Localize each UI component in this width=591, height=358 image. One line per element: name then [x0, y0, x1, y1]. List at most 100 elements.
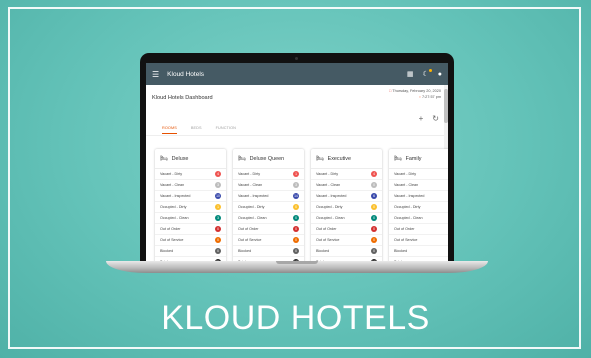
- status-row: Vacant - Inspected: [389, 191, 448, 202]
- status-label: Blocked: [394, 249, 408, 253]
- card-header: 🛏 Executive: [311, 149, 382, 169]
- room-type-name: Deluxe Queen: [249, 155, 285, 162]
- status-label: Vacant - Clean: [394, 183, 419, 187]
- count-badge: 3: [215, 215, 221, 221]
- status-label: Vacant - Dirty: [160, 172, 183, 176]
- status-row: Occupied - Clean 3: [155, 213, 226, 224]
- account-icon[interactable]: ●: [438, 71, 442, 78]
- dashboard-header: Kloud Hotels Dashboard □Thursday, Februa…: [146, 85, 448, 123]
- room-type-name: Executive: [327, 155, 351, 162]
- status-label: Vacant - Dirty: [238, 172, 261, 176]
- count-badge: 0: [215, 248, 221, 254]
- status-label: Blocked: [316, 249, 330, 253]
- room-type-name: Family: [405, 155, 422, 162]
- status-row: Out of Service 0: [155, 235, 226, 246]
- status-label: Vacant - Clean: [316, 183, 341, 187]
- status-row: Vacant - Clean 3: [155, 180, 226, 191]
- status-label: Vacant - Inspected: [394, 194, 425, 198]
- clock-icon: ○: [418, 95, 421, 99]
- count-badge: 0: [293, 226, 299, 232]
- laptop-lid: ☰ Kloud Hotels ▦ ☾ ● Kloud Hotels Dashbo…: [140, 53, 454, 264]
- menu-icon[interactable]: ☰: [152, 70, 159, 79]
- count-badge: 3: [215, 182, 221, 188]
- card-header: 🛏 Deluxe: [155, 149, 226, 169]
- status-row: Occupied - Clean 0: [311, 213, 382, 224]
- count-badge: 4: [215, 171, 221, 177]
- status-row: Out of Order: [389, 224, 448, 235]
- bed-icon: 🛏: [316, 156, 324, 162]
- add-icon[interactable]: +: [419, 114, 424, 123]
- count-badge: 1: [293, 171, 299, 177]
- status-row: Vacant - Clean 3: [233, 180, 304, 191]
- bed-icon: 🛏: [394, 156, 402, 162]
- bed-icon: 🛏: [160, 156, 168, 162]
- status-label: Blocked: [160, 249, 174, 253]
- status-row: Occupied - Clean: [389, 213, 448, 224]
- count-badge: 14: [293, 193, 299, 199]
- status-label: Vacant - Inspected: [160, 194, 191, 198]
- dashboard-title: Kloud Hotels Dashboard: [152, 95, 213, 101]
- status-label: Vacant - Dirty: [394, 172, 417, 176]
- status-label: Occupied - Dirty: [238, 205, 265, 209]
- status-label: Out of Service: [394, 238, 418, 242]
- date-text: Thursday, February 20, 2020: [392, 89, 441, 93]
- laptop-base: [106, 261, 488, 273]
- room-card[interactable]: 🛏 Deluxe Queen Vacant - Dirty 1 Vacant - Cle…: [233, 149, 304, 261]
- count-badge: 1: [215, 204, 221, 210]
- card-header: 🛏 Deluxe Queen: [233, 149, 304, 169]
- card-header: 🛏 Family: [389, 149, 448, 169]
- bed-icon: 🛏: [238, 156, 246, 162]
- banner-title: KLOUD HOTELS: [161, 299, 430, 337]
- count-badge: 0: [293, 215, 299, 221]
- status-row: Vacant - Dirty 4: [311, 169, 382, 180]
- status-row: Blocked: [389, 246, 448, 257]
- status-row: Occupied - Clean 0: [233, 213, 304, 224]
- status-row: Out of Order 0: [233, 224, 304, 235]
- status-row: Occupied - Dirty 1: [155, 202, 226, 213]
- status-label: Out of Order: [160, 227, 181, 231]
- room-card[interactable]: 🛏 Deluxe Vacant - Dirty 4 Vacant - Clean 3 Vac…: [155, 149, 226, 261]
- count-badge: 0: [293, 248, 299, 254]
- status-label: Occupied - Clean: [316, 216, 345, 220]
- count-badge: 4: [371, 171, 377, 177]
- room-card[interactable]: 🛏 Executive Vacant - Dirty 4 Vacant - Clean 0…: [311, 149, 382, 261]
- app-topbar: ☰ Kloud Hotels ▦ ☾ ●: [146, 63, 448, 85]
- status-row: Vacant - Dirty 1: [233, 169, 304, 180]
- laptop-screen: ☰ Kloud Hotels ▦ ☾ ● Kloud Hotels Dashbo…: [146, 63, 448, 261]
- status-row: Vacant - Clean 0: [311, 180, 382, 191]
- status-label: Vacant - Inspected: [238, 194, 269, 198]
- count-badge: 0: [371, 226, 377, 232]
- status-label: Occupied - Clean: [394, 216, 423, 220]
- status-row: Vacant - Inspected 6: [311, 191, 382, 202]
- status-label: Out of Order: [316, 227, 337, 231]
- tab-function[interactable]: FUNCTION: [216, 123, 236, 133]
- count-badge: 0: [371, 204, 377, 210]
- count-badge: 0: [215, 226, 221, 232]
- refresh-icon[interactable]: ↻: [432, 114, 439, 123]
- date-time-block: □Thursday, February 20, 2020 ○7:27:57 pm: [389, 88, 441, 100]
- status-row: Vacant - Inspected 14: [233, 191, 304, 202]
- status-row: Blocked 0: [311, 246, 382, 257]
- status-label: Vacant - Clean: [238, 183, 263, 187]
- moon-icon[interactable]: ☾: [422, 69, 432, 78]
- status-row: Out of Service 0: [233, 235, 304, 246]
- grid-icon[interactable]: ▦: [407, 70, 414, 78]
- count-badge: 6: [371, 193, 377, 199]
- status-label: Vacant - Clean: [160, 183, 185, 187]
- status-label: Out of Service: [238, 238, 262, 242]
- status-label: Out of Service: [160, 238, 184, 242]
- tab-beds[interactable]: BEDS: [191, 123, 202, 133]
- room-card[interactable]: 🛏 Family Vacant - Dirty Vacant - Clean Vacan…: [389, 149, 448, 261]
- status-row: Out of Order 0: [155, 224, 226, 235]
- status-row: Vacant - Dirty 4: [155, 169, 226, 180]
- count-badge: 0: [293, 237, 299, 243]
- status-row: Vacant - Dirty: [389, 169, 448, 180]
- app-title: Kloud Hotels: [167, 70, 205, 78]
- count-badge: 10: [215, 193, 221, 199]
- time-text: 7:27:57 pm: [422, 95, 441, 99]
- count-badge: 0: [293, 204, 299, 210]
- camera-dot: [295, 57, 298, 60]
- status-row: Out of Order 0: [311, 224, 382, 235]
- status-label: Out of Service: [316, 238, 340, 242]
- tab-rooms[interactable]: ROOMS: [162, 123, 177, 134]
